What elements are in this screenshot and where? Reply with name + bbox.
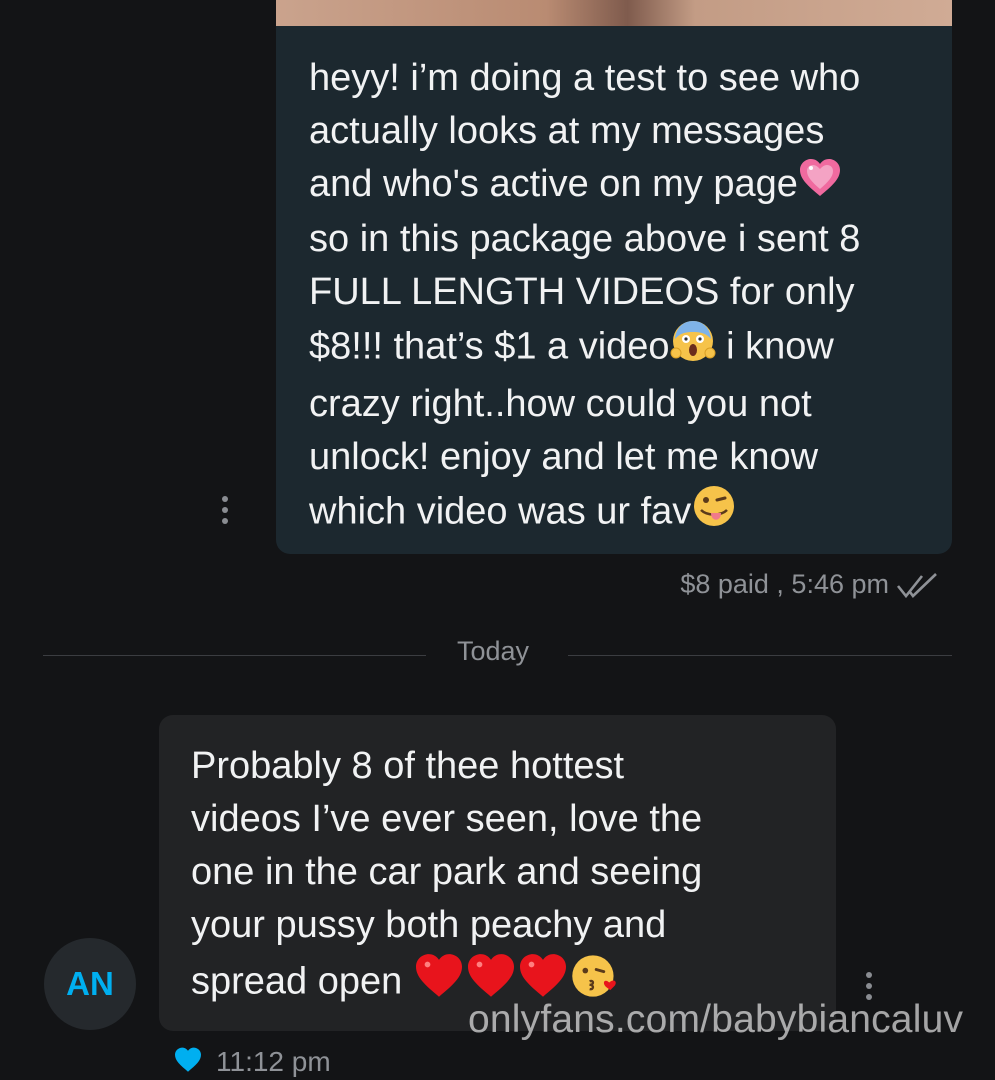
red-heart-emoji	[413, 953, 465, 1014]
double-check-icon	[896, 573, 937, 599]
divider-line-right	[568, 655, 952, 656]
avatar-initials: AN	[66, 965, 114, 1002]
outgoing-message-text: heyy! i’m doing a test to see who actual…	[309, 52, 939, 543]
divider-line-left	[43, 655, 426, 656]
watermark: onlyfans.com/babybiancaluv	[468, 998, 964, 1041]
sparkling-heart-emoji	[798, 158, 842, 213]
media-preview[interactable]	[276, 0, 952, 26]
liked-heart-icon[interactable]	[173, 1047, 203, 1073]
avatar[interactable]: AN	[44, 938, 136, 1030]
incoming-message-options-icon[interactable]	[864, 972, 874, 1000]
screaming-face-emoji	[670, 319, 716, 378]
outgoing-message-meta: $8 paid , 5:46 pm	[680, 569, 889, 599]
outgoing-message-options-icon[interactable]	[220, 496, 230, 524]
incoming-message-text: Probably 8 of thee hottest videos I’ve e…	[191, 740, 821, 1015]
winking-tongue-emoji	[691, 484, 737, 543]
incoming-message-time: 11:12 pm	[216, 1046, 331, 1077]
date-divider-label: Today	[457, 636, 530, 666]
